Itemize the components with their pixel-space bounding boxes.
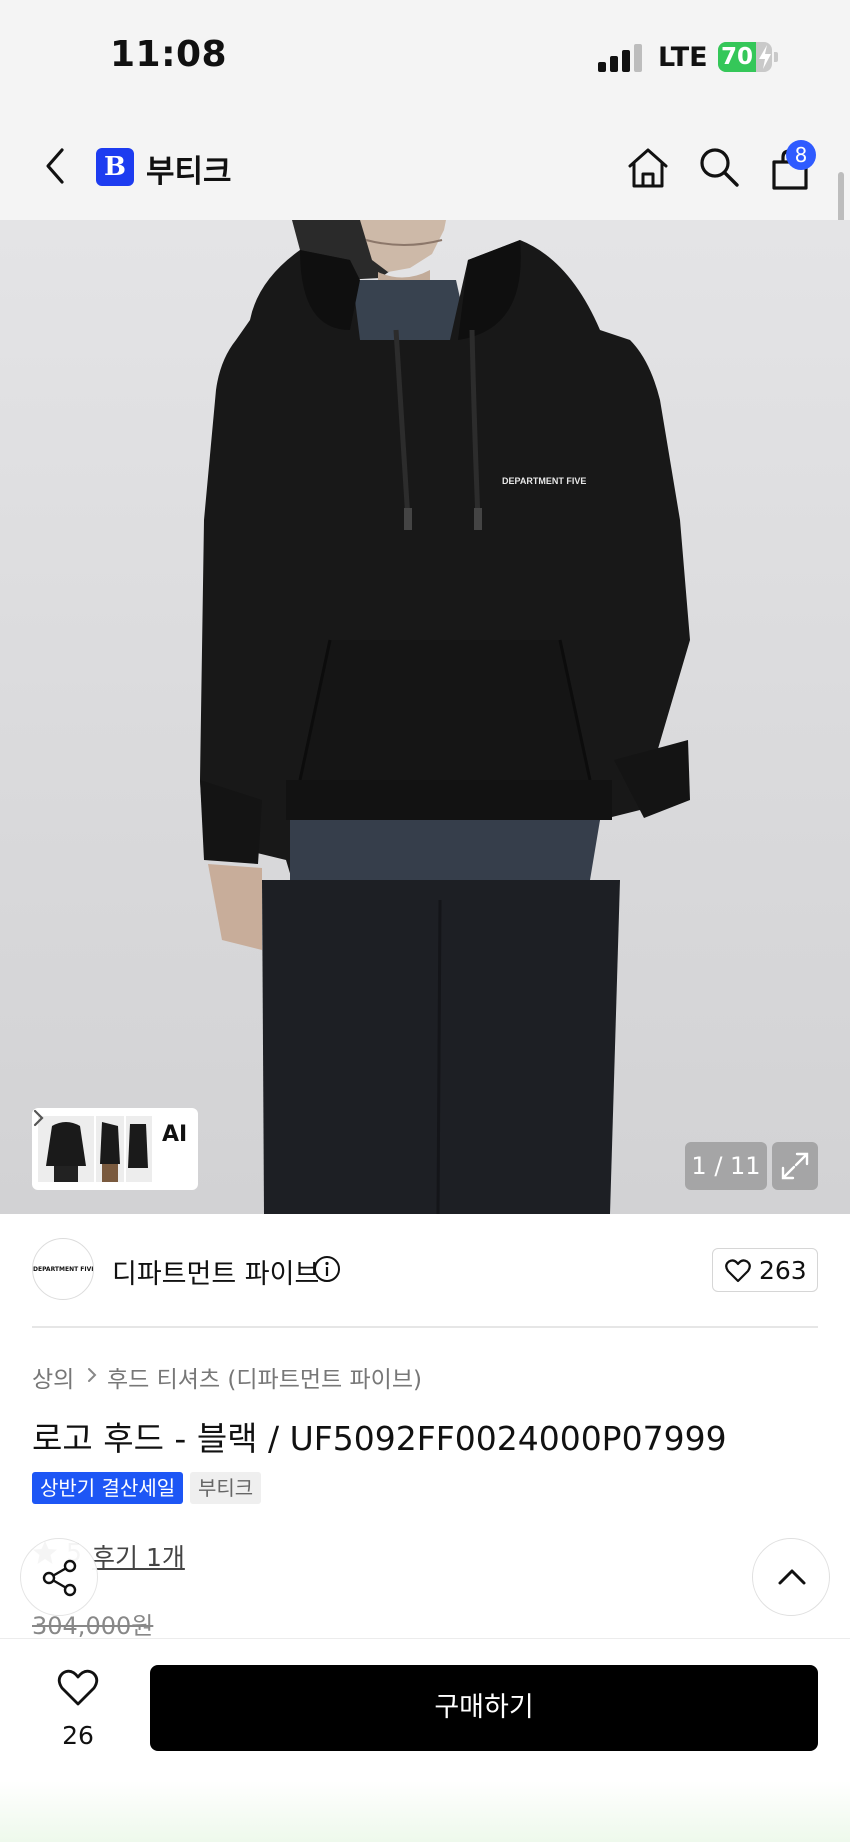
battery-icon: 70 <box>718 42 780 72</box>
product-title: 로고 후드 - 블랙 / UF5092FF0024000P07999 <box>32 1419 727 1458</box>
chevron-up-icon <box>778 1569 806 1585</box>
seller-name[interactable]: 디파트먼트 파이브 <box>112 1252 319 1291</box>
cellular-signal-icon <box>598 44 642 72</box>
product-image-gallery[interactable]: DEPARTMENT FIVE AI 1 / 11 <box>0 220 850 1214</box>
heart-icon <box>57 1669 99 1706</box>
boutique-tag: 부티크 <box>190 1472 262 1504</box>
bottom-action-bar: 26 구매하기 <box>0 1638 850 1842</box>
thumbnail-strip[interactable]: AI <box>32 1108 198 1190</box>
thumbnail-image[interactable] <box>126 1116 152 1182</box>
share-icon <box>42 1559 77 1597</box>
home-icon[interactable] <box>626 146 670 190</box>
sale-tag: 상반기 결산세일 <box>32 1472 184 1504</box>
ai-label[interactable]: AI <box>162 1122 187 1147</box>
seller-logo[interactable]: DEPARTMENT FIVE <box>32 1238 94 1300</box>
divider <box>32 1326 818 1328</box>
charging-bolt-icon <box>759 45 771 69</box>
image-counter: 1 / 11 <box>685 1142 767 1190</box>
cart-count-badge: 8 <box>786 140 816 170</box>
page-title[interactable]: 부티크 <box>146 146 232 191</box>
share-button[interactable] <box>20 1538 98 1616</box>
brand-like-button[interactable]: 263 <box>712 1248 818 1292</box>
breadcrumb-category[interactable]: 상의 <box>32 1360 74 1394</box>
product-photo: DEPARTMENT FIVE <box>200 220 690 1214</box>
brand-like-count: 263 <box>759 1256 807 1285</box>
status-time: 11:08 <box>110 34 228 75</box>
wishlist-count: 26 <box>62 1721 94 1750</box>
breadcrumb-subcategory[interactable]: 후드 티셔츠 (디파트먼트 파이브) <box>107 1360 422 1394</box>
heart-icon <box>725 1259 751 1283</box>
back-icon[interactable] <box>38 146 74 186</box>
network-type: LTE <box>658 42 708 73</box>
status-bar: 11:08 LTE 70 <box>0 0 850 110</box>
brand-badge-icon[interactable]: B <box>96 148 134 186</box>
hoodie-print: DEPARTMENT FIVE <box>502 476 586 486</box>
scroll-to-top-button[interactable] <box>752 1538 830 1616</box>
thumbnail-image[interactable] <box>96 1116 124 1182</box>
chevron-right-icon[interactable] <box>32 1108 46 1128</box>
wishlist-button[interactable]: 26 <box>46 1669 110 1757</box>
review-link[interactable]: 후기 1개 <box>92 1538 185 1574</box>
buy-button[interactable]: 구매하기 <box>150 1665 818 1751</box>
thumbnail-image[interactable] <box>38 1116 94 1182</box>
expand-button[interactable] <box>772 1142 818 1190</box>
chevron-right-icon <box>88 1368 97 1382</box>
info-icon[interactable] <box>313 1255 341 1283</box>
expand-icon <box>781 1152 809 1180</box>
search-icon[interactable] <box>698 146 740 188</box>
top-nav-bar: B 부티크 8 <box>0 110 850 220</box>
